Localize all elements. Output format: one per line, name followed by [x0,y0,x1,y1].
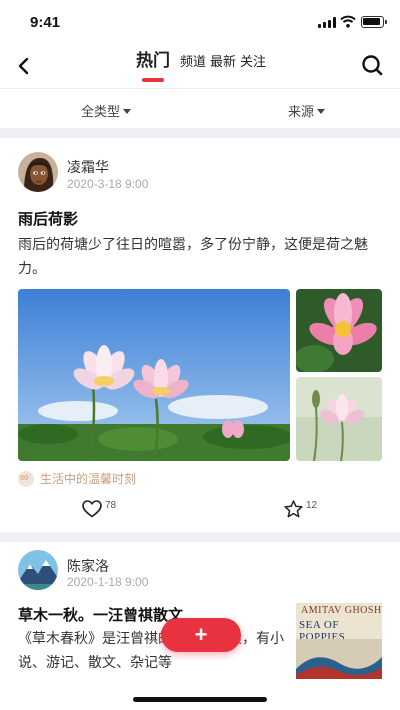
status-bar: 9:41 [0,0,400,44]
filter-bar: 全类型 来源 [0,88,400,128]
like-button[interactable]: 78 [82,500,116,518]
search-icon[interactable] [360,53,384,77]
star-icon [284,500,303,518]
source-filter-label: 来源 [288,104,315,119]
post-author[interactable]: 凌霜华 [67,157,109,177]
like-count: 78 [105,500,117,511]
topic-icon [18,470,34,487]
post-title[interactable]: 草木一秋。一汪曾祺散文 [18,604,183,625]
post-title[interactable]: 雨后荷影 [18,208,78,229]
back-arrow-icon[interactable] [12,54,36,78]
signal-icon [318,17,336,28]
favorite-button[interactable]: 12 [284,500,317,518]
post-date: 2020-3-18 9:00 [67,177,149,191]
chevron-down-icon [123,109,132,114]
type-filter[interactable]: 全类型 [81,101,132,120]
post-image-lotus-pond[interactable] [18,289,290,461]
post-body[interactable]: 雨后的荷塘少了往日的喧嚣，多了份宁静，这便是荷之魅力。 [18,232,382,280]
status-time: 9:41 [30,14,61,31]
post-image-pink-lotus[interactable] [296,289,382,372]
topic-tag[interactable]: 生活中的温馨时刻 [18,470,136,487]
topic-tag-label: 生活中的温馨时刻 [40,472,137,486]
tab-channel[interactable]: 频道 [180,52,206,72]
source-filter[interactable]: 来源 [288,101,326,120]
post-author[interactable]: 陈家洛 [67,556,109,576]
top-nav: 热门 频道 最新 关注 [0,44,400,88]
avatar[interactable] [18,152,58,192]
wifi-icon [340,15,356,28]
heart-icon [82,500,102,518]
post-date: 2020-1-18 9:00 [67,575,149,589]
tab-following[interactable]: 关注 [240,52,266,72]
create-post-button[interactable]: + [161,618,241,652]
section-gap [0,128,400,138]
post-image-book-cover[interactable]: AMITAV GHOSH SEA OF POPPIES [296,603,382,679]
tab-hot[interactable]: 热门 [136,50,170,82]
type-filter-label: 全类型 [81,104,121,119]
battery-icon [361,16,387,28]
post-body[interactable]: 《草木春秋》是汪曾祺的一部作品集，有小说、游记、散文、杂记等 [18,626,288,674]
tab-latest[interactable]: 最新 [210,52,236,72]
favorite-count: 12 [306,500,318,511]
feed-tabs: 热门 频道 最新 关注 [136,50,270,82]
avatar[interactable] [18,550,58,590]
post-divider [0,532,400,542]
post-image-white-lotus[interactable] [296,377,382,461]
home-indicator [133,697,267,702]
book-cover-author: AMITAV GHOSH [301,605,382,616]
chevron-down-icon [317,109,326,114]
